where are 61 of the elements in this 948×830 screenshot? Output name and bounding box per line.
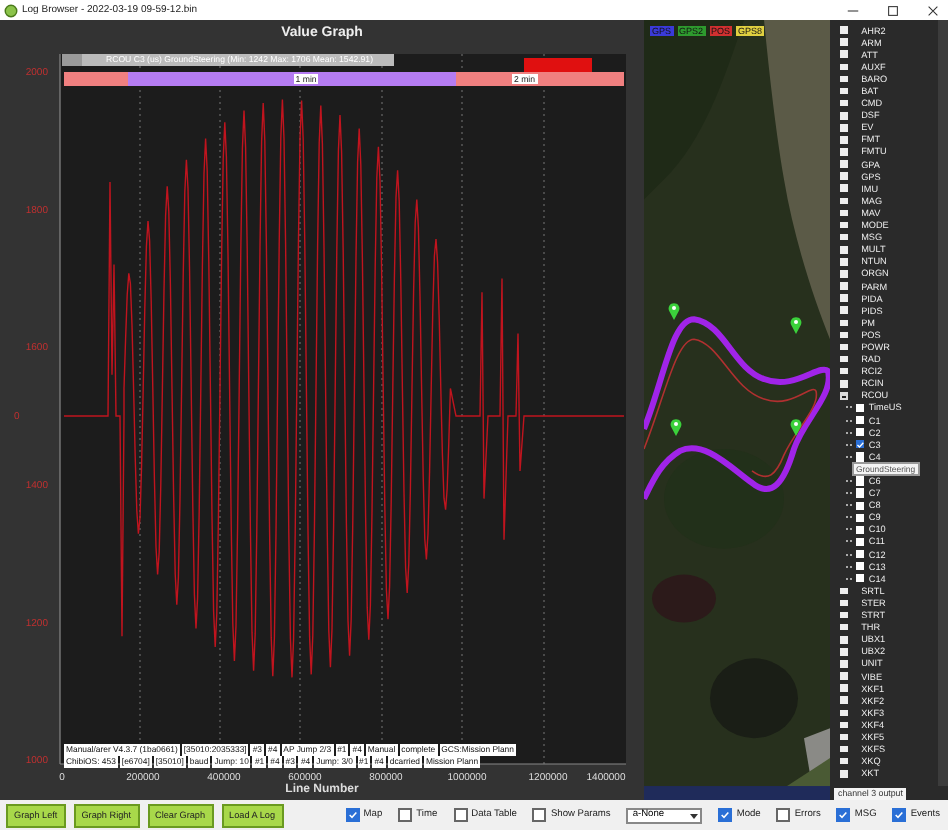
checkbox[interactable] [856,415,865,425]
expander-icon[interactable] [840,75,848,83]
map-pin-icon[interactable] [790,418,802,436]
expander-icon[interactable] [840,379,848,388]
expander-icon[interactable] [840,721,848,729]
checkbox[interactable] [532,808,547,822]
checkbox[interactable] [453,808,468,822]
checkbox[interactable] [345,808,360,822]
expander-icon[interactable] [840,635,848,644]
close-icon[interactable] [926,3,940,17]
expander-icon[interactable] [840,87,848,95]
expander-icon[interactable] [840,611,848,619]
checkbox[interactable] [776,808,791,822]
checkbox[interactable] [836,808,851,822]
expander-icon[interactable] [840,221,848,229]
expander-icon[interactable] [840,331,848,339]
scrollbar[interactable] [938,20,948,786]
checkbox[interactable] [856,452,865,462]
expander-icon[interactable] [840,209,848,217]
checkbox[interactable] [856,403,865,413]
expander-icon[interactable] [840,343,848,351]
checkbox[interactable] [856,427,865,437]
caret-icon [688,809,701,821]
expander-icon[interactable] [840,99,848,107]
expander-icon[interactable] [840,757,848,765]
checkbox[interactable] [892,808,907,822]
expander-icon[interactable] [840,367,848,375]
expander-icon[interactable] [840,233,848,241]
checkbox[interactable] [718,808,733,822]
expander-icon[interactable] [840,355,848,363]
checkbox[interactable] [856,525,865,535]
expander-icon[interactable] [840,184,848,193]
map-pin-icon[interactable] [668,302,680,320]
app-icon [4,3,18,17]
checkbox[interactable] [856,549,865,559]
expander-icon[interactable] [840,745,848,753]
checkbox[interactable] [856,476,865,486]
expander-icon[interactable] [840,599,848,607]
expander-icon[interactable] [840,769,848,778]
expander-icon[interactable] [840,50,848,59]
expander-icon[interactable] [840,319,848,327]
expander-icon[interactable] [840,63,848,71]
map-pin-icon[interactable] [670,418,682,436]
expander-icon[interactable] [840,623,848,631]
expander-icon[interactable] [840,709,848,717]
map-pin-icon[interactable] [790,316,802,334]
checkbox[interactable] [398,808,413,822]
error-marker [524,58,592,72]
checkbox[interactable] [856,574,865,583]
checkbox[interactable] [856,513,865,522]
checkbox[interactable] [856,488,865,498]
checkbox[interactable] [856,561,865,571]
expander-icon[interactable] [840,587,848,595]
expander-icon[interactable] [840,111,848,119]
expander-icon[interactable] [840,733,848,741]
expander-icon[interactable] [840,392,848,400]
checkbox[interactable] [856,537,865,547]
expander-icon[interactable] [840,197,848,205]
maximize-icon[interactable] [886,3,900,17]
expander-icon[interactable] [840,245,848,254]
checkbox[interactable] [856,501,865,510]
